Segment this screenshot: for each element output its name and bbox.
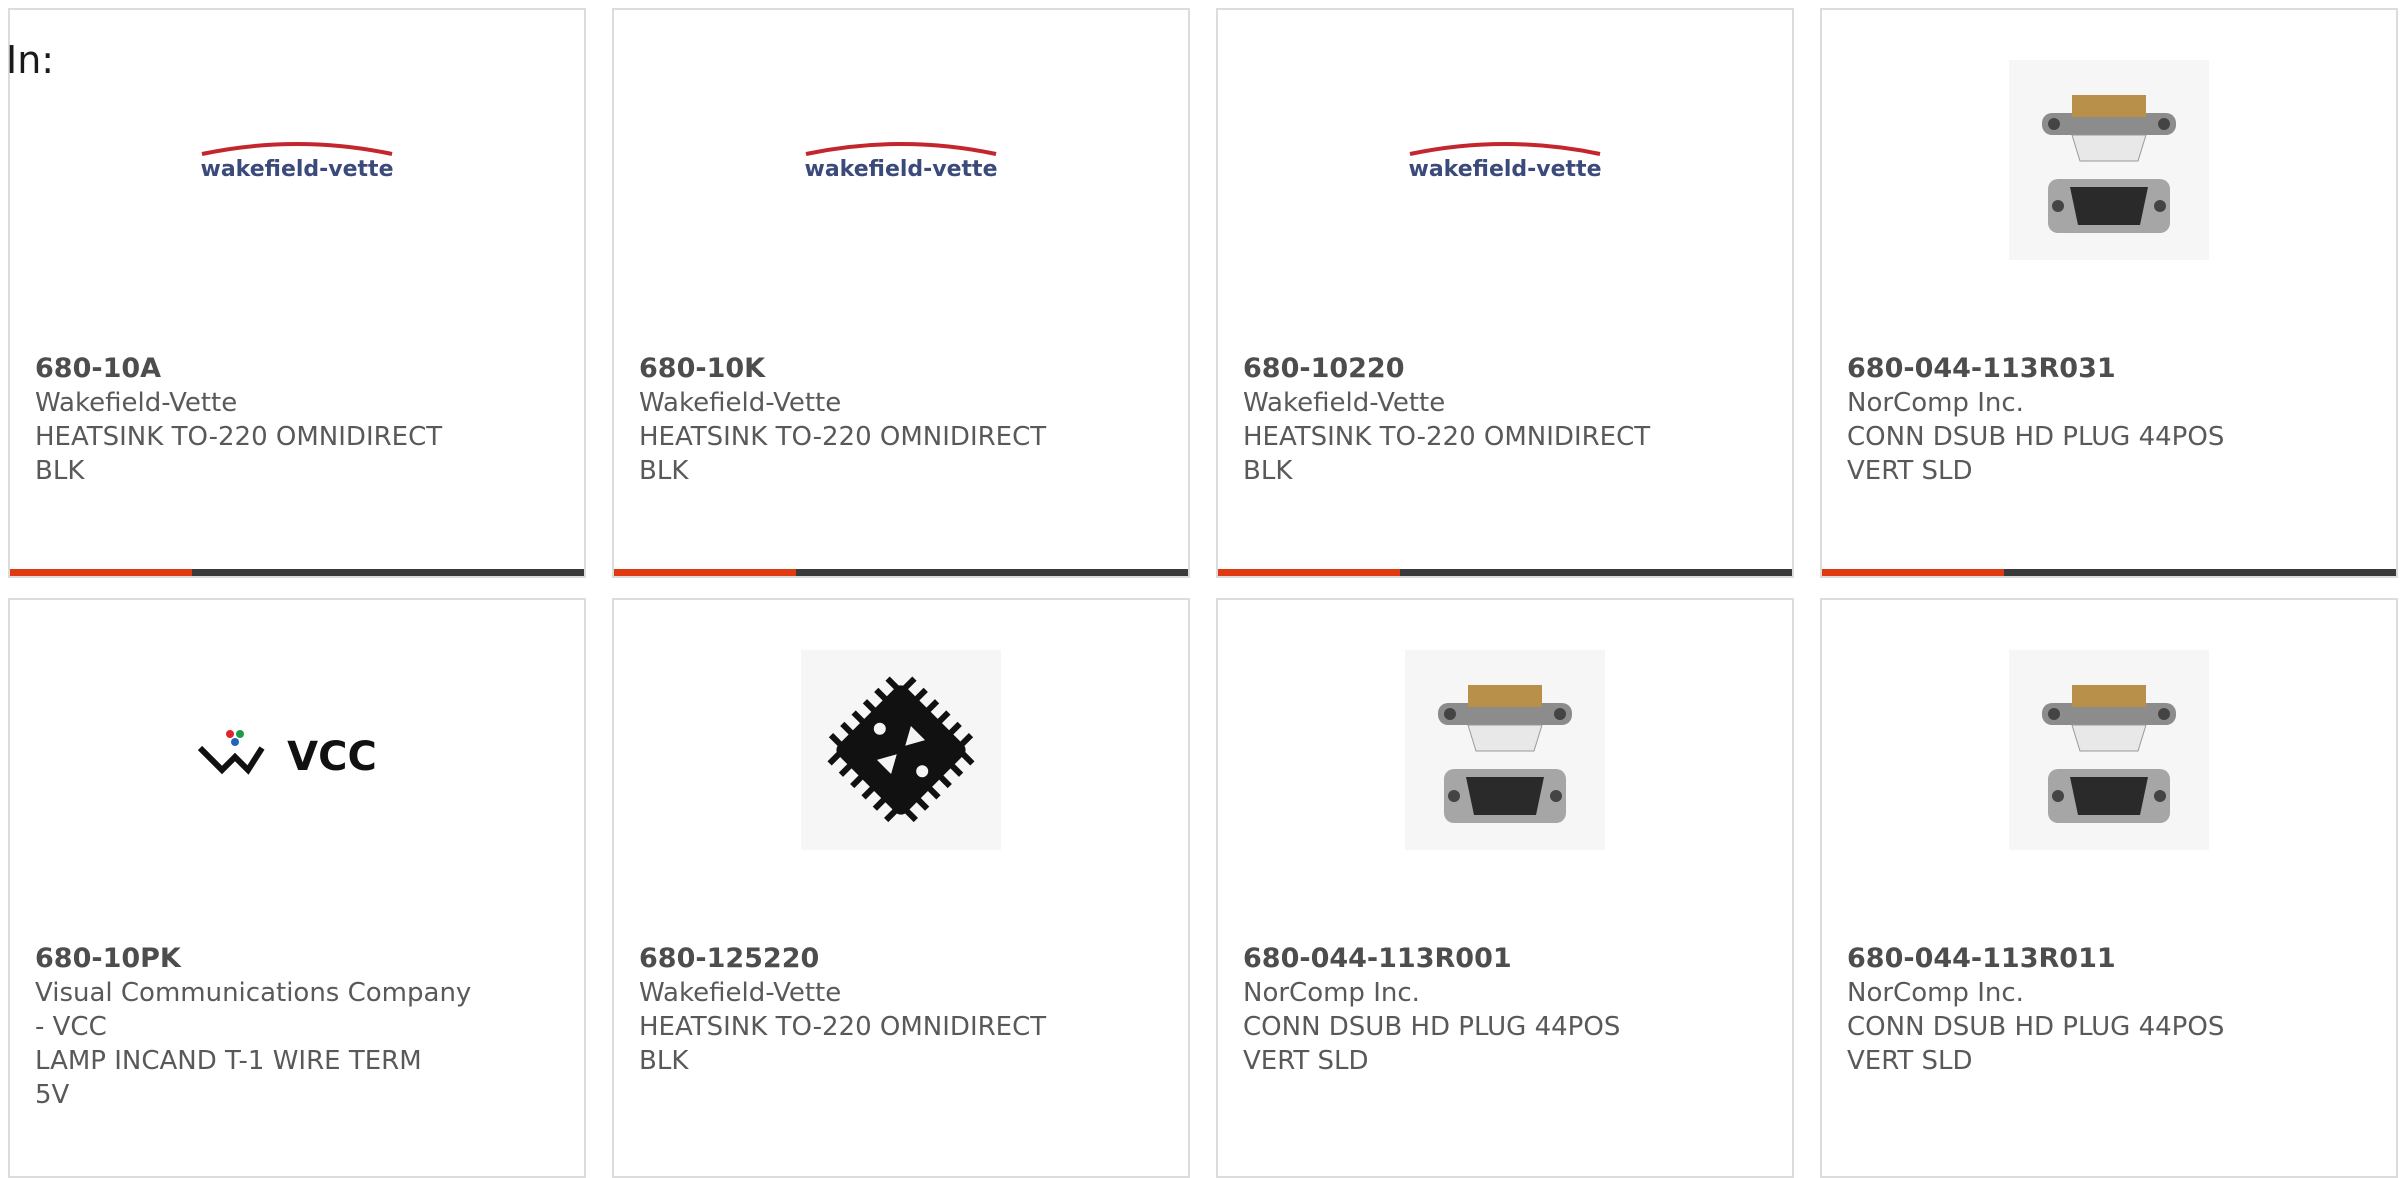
description-line: CONN DSUB HD PLUG 44POS (1847, 1012, 2225, 1042)
product-card[interactable]: 680-044-113R011 NorComp Inc. CONN DSUB H… (1820, 598, 2398, 1178)
part-number[interactable]: 680-10K (639, 352, 1159, 386)
manufacturer: Wakefield-Vette (639, 388, 842, 418)
part-number[interactable]: 680-10A (35, 352, 555, 386)
svg-text:wakefield-vette: wakefield-vette (1409, 157, 1602, 182)
card-accent (1218, 569, 1400, 576)
product-card[interactable]: 680-125220 Wakefield-Vette HEATSINK TO-2… (612, 598, 1190, 1178)
part-number[interactable]: 680-044-113R011 (1847, 942, 2367, 976)
dsub-connector-photo (2009, 650, 2209, 850)
part-number[interactable]: 680-10PK (35, 942, 555, 976)
product-card[interactable]: wakefield-vette 680-10K Wakefield-Vette … (612, 8, 1190, 578)
product-card[interactable]: 680-044-113R001 NorComp Inc. CONN DSUB H… (1216, 598, 1794, 1178)
description-line: CONN DSUB HD PLUG 44POS (1243, 1012, 1621, 1042)
card-bottom-bar (614, 569, 1188, 576)
wakefield-vette-logo: wakefield-vette (1409, 142, 1602, 182)
part-number[interactable]: 680-044-113R031 (1847, 352, 2367, 386)
product-image (1218, 650, 1792, 850)
product-card[interactable]: wakefield-vette 680-10220 Wakefield-Vett… (1216, 8, 1794, 578)
manufacturer: Wakefield-Vette (639, 978, 842, 1008)
description-line: HEATSINK TO-220 OMNIDIRECT (35, 422, 443, 452)
svg-text:wakefield-vette: wakefield-vette (201, 157, 394, 182)
description-line: VERT SLD (1847, 456, 1973, 486)
description-line: - VCC (35, 1012, 107, 1042)
manufacturer: Wakefield-Vette (1243, 388, 1446, 418)
description-line: HEATSINK TO-220 OMNIDIRECT (639, 422, 1047, 452)
description-line: BLK (1243, 456, 1293, 486)
manufacturer: NorComp Inc. (1847, 388, 2024, 418)
card-accent (1822, 569, 2004, 576)
product-image (1822, 650, 2396, 850)
svg-text:VCC: VCC (287, 734, 377, 780)
part-number[interactable]: 680-10220 (1243, 352, 1763, 386)
card-accent (614, 569, 796, 576)
description-line: BLK (35, 456, 85, 486)
product-image: VCC (10, 650, 584, 850)
vcc-logo: VCC (197, 730, 377, 780)
product-card[interactable]: VCC 680-10PK Visual Communications Compa… (8, 598, 586, 1178)
description-line: LAMP INCAND T-1 WIRE TERM (35, 1046, 422, 1076)
page-label: In: (6, 38, 55, 82)
part-number[interactable]: 680-044-113R001 (1243, 942, 1763, 976)
description-line: HEATSINK TO-220 OMNIDIRECT (1243, 422, 1651, 452)
product-card[interactable]: 680-044-113R031 NorComp Inc. CONN DSUB H… (1820, 8, 2398, 578)
description-line: HEATSINK TO-220 OMNIDIRECT (639, 1012, 1047, 1042)
card-bottom-bar (1218, 569, 1792, 576)
wakefield-vette-logo: wakefield-vette (201, 142, 394, 182)
description-line: 5V (35, 1080, 70, 1110)
description-line: VERT SLD (1847, 1046, 1973, 1076)
dsub-connector-photo (2009, 60, 2209, 260)
product-card[interactable]: wakefield-vette 680-10A Wakefield-Vette … (8, 8, 586, 578)
description-line: CONN DSUB HD PLUG 44POS (1847, 422, 2225, 452)
product-image (1822, 60, 2396, 260)
product-image: wakefield-vette (614, 60, 1188, 260)
svg-text:wakefield-vette: wakefield-vette (805, 157, 998, 182)
card-accent (10, 569, 192, 576)
heatsink-photo (801, 650, 1001, 850)
product-image: wakefield-vette (1218, 60, 1792, 260)
manufacturer: Wakefield-Vette (35, 388, 238, 418)
description-line: BLK (639, 456, 689, 486)
wakefield-vette-logo: wakefield-vette (805, 142, 998, 182)
part-number[interactable]: 680-125220 (639, 942, 1159, 976)
product-image (614, 650, 1188, 850)
manufacturer: NorComp Inc. (1847, 978, 2024, 1008)
manufacturer: NorComp Inc. (1243, 978, 1420, 1008)
manufacturer: Visual Communications Company (35, 978, 472, 1008)
card-bottom-bar (1822, 569, 2396, 576)
description-line: BLK (639, 1046, 689, 1076)
product-image: wakefield-vette (10, 60, 584, 260)
description-line: VERT SLD (1243, 1046, 1369, 1076)
card-bottom-bar (10, 569, 584, 576)
dsub-connector-photo (1405, 650, 1605, 850)
